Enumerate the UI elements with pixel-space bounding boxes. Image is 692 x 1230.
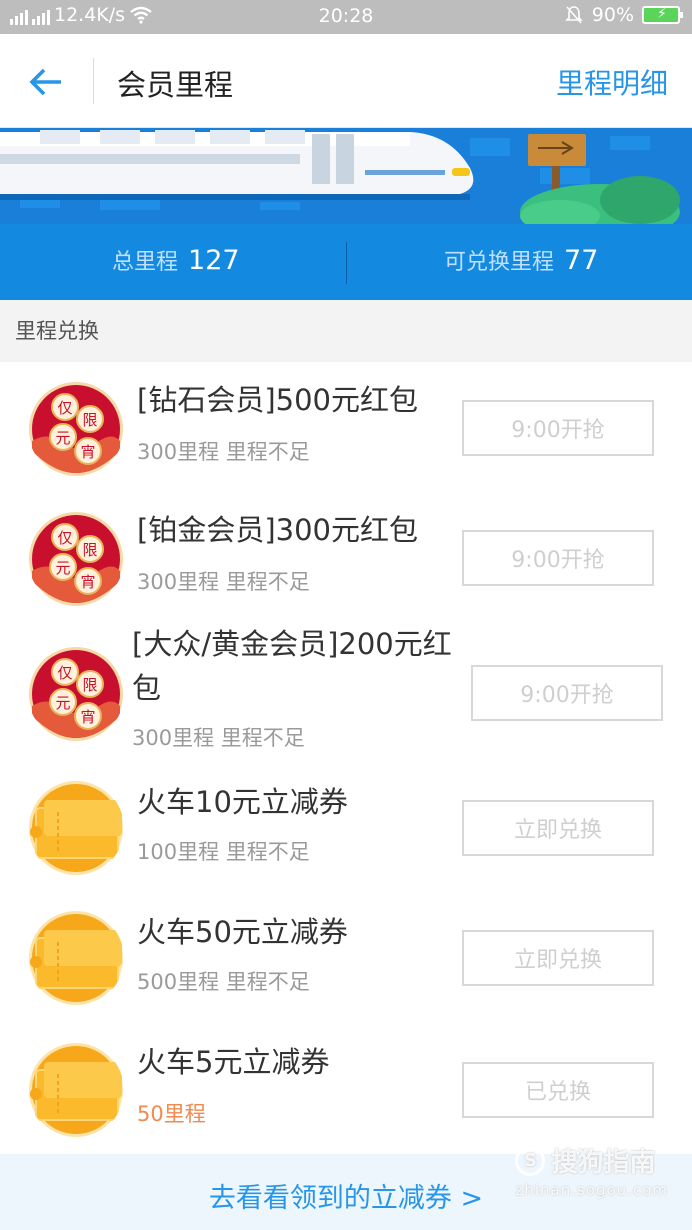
exchange-button[interactable]: 立即兑换 xyxy=(462,930,654,986)
bell-muted-icon xyxy=(564,6,583,24)
item-meta: 300里程 里程不足 xyxy=(132,722,305,752)
svg-text:宵: 宵 xyxy=(80,443,95,461)
battery-icon: ⚡ xyxy=(642,6,683,24)
section-header: 里程兑换 xyxy=(0,300,692,362)
item-status: 里程不足 xyxy=(225,570,310,594)
item-miles: 300里程 xyxy=(137,440,220,464)
list-item: 火车50元立减券 500里程 里程不足 立即兑换 xyxy=(0,898,692,1028)
exchange-button[interactable]: 立即兑换 xyxy=(462,800,654,856)
item-title: 火车10元立减券 xyxy=(137,785,348,819)
item-miles: 300里程 xyxy=(132,726,215,750)
nav-header: 会员里程 里程明细 xyxy=(0,34,692,128)
item-meta: 300里程 里程不足 xyxy=(137,436,310,466)
svg-text:仅: 仅 xyxy=(57,529,72,547)
item-title: [大众/黄金会员]200元红包 xyxy=(132,627,452,705)
status-right: 90% ⚡ xyxy=(564,4,683,26)
item-status: 里程不足 xyxy=(225,440,310,464)
item-meta: 100里程 里程不足 xyxy=(137,836,310,866)
ticket-coupon-badge-icon xyxy=(29,1043,123,1137)
sogou-watermark: S 搜狗指南 zhinan.sogou.com xyxy=(515,1142,668,1199)
list-item: 仅 限 元 宵 [大众/黄金会员]200元红包 300里程 里程不足 9:00开… xyxy=(0,622,692,768)
item-title: [铂金会员]300元红包 xyxy=(137,513,418,547)
item-meta: 500里程 里程不足 xyxy=(137,966,310,996)
total-mileage-value: 127 xyxy=(188,245,240,276)
grab-button[interactable]: 9:00开抢 xyxy=(462,530,654,586)
item-miles: 300里程 xyxy=(137,570,220,594)
total-mileage: 总里程 127 xyxy=(112,244,240,276)
list-item: 仅 限 元 宵 [铂金会员]300元红包 300里程 里程不足 9:00开抢 xyxy=(0,492,692,622)
redeemed-button[interactable]: 已兑换 xyxy=(462,1062,654,1118)
total-mileage-label: 总里程 xyxy=(112,250,179,275)
sogou-logo-icon: S xyxy=(515,1145,546,1176)
ticket-coupon-badge-icon xyxy=(29,781,123,875)
ticket-coupon-badge-icon xyxy=(29,911,123,1005)
watermark-main-text: 搜狗指南 xyxy=(551,1148,656,1178)
back-arrow-icon xyxy=(29,68,61,96)
status-bar: 12.4K/s 20:28 90% ⚡ xyxy=(0,0,692,34)
grab-button[interactable]: 9:00开抢 xyxy=(471,665,663,721)
item-title: 火车50元立减券 xyxy=(137,915,348,949)
list-item: 火车5元立减券 50里程 已兑换 xyxy=(0,1028,692,1154)
exchangeable-mileage: 可兑换里程 77 xyxy=(444,244,598,276)
train-banner xyxy=(0,128,692,224)
watermark-sub-text: zhinan.sogou.com xyxy=(515,1181,668,1199)
item-title: 火车5元立减券 xyxy=(137,1045,330,1079)
svg-text:仅: 仅 xyxy=(57,664,72,682)
svg-text:宵: 宵 xyxy=(80,708,95,726)
item-title: [钻石会员]500元红包 xyxy=(137,383,418,417)
svg-text:限: 限 xyxy=(82,676,97,694)
item-status: 里程不足 xyxy=(220,726,305,750)
header-divider xyxy=(93,58,94,104)
section-title: 里程兑换 xyxy=(15,319,99,343)
exchangeable-mileage-value: 77 xyxy=(564,245,599,276)
battery-percent: 90% xyxy=(591,4,634,26)
item-meta: 300里程 里程不足 xyxy=(137,566,310,596)
item-miles: 500里程 xyxy=(137,970,220,994)
mileage-stats: 总里程 127 可兑换里程 77 xyxy=(0,224,692,300)
list-item: 火车10元立减券 100里程 里程不足 立即兑换 xyxy=(0,768,692,898)
svg-text:元: 元 xyxy=(55,429,70,447)
item-miles: 100里程 xyxy=(137,840,220,864)
item-status: 里程不足 xyxy=(225,970,310,994)
back-button[interactable] xyxy=(22,58,70,106)
item-status: 里程不足 xyxy=(225,840,310,864)
item-miles: 50里程 xyxy=(137,1102,206,1126)
app-root: { "status_bar": { "network_1": "4G", "ne… xyxy=(0,0,692,1230)
grab-button[interactable]: 9:00开抢 xyxy=(462,400,654,456)
item-meta: 50里程 xyxy=(137,1098,206,1128)
red-envelope-badge-icon: 仅 限 元 宵 xyxy=(29,647,123,741)
train-banner-illustration xyxy=(0,128,692,224)
exchangeable-mileage-label: 可兑换里程 xyxy=(444,250,555,275)
mileage-detail-link[interactable]: 里程明细 xyxy=(556,62,668,102)
svg-text:元: 元 xyxy=(55,559,70,577)
list-item: 仅 限 元 宵 [钻石会员]500元红包 300里程 里程不足 9:00开抢 xyxy=(0,362,692,492)
svg-text:元: 元 xyxy=(55,694,70,712)
stats-divider xyxy=(346,242,347,284)
red-envelope-badge-icon: 仅 限 元 宵 xyxy=(29,382,123,476)
red-envelope-badge-icon: 仅 限 元 宵 xyxy=(29,512,123,606)
svg-text:限: 限 xyxy=(82,541,97,559)
svg-text:限: 限 xyxy=(82,411,97,429)
page-title: 会员里程 xyxy=(117,68,234,102)
svg-text:宵: 宵 xyxy=(80,573,95,591)
svg-text:仅: 仅 xyxy=(57,399,72,417)
